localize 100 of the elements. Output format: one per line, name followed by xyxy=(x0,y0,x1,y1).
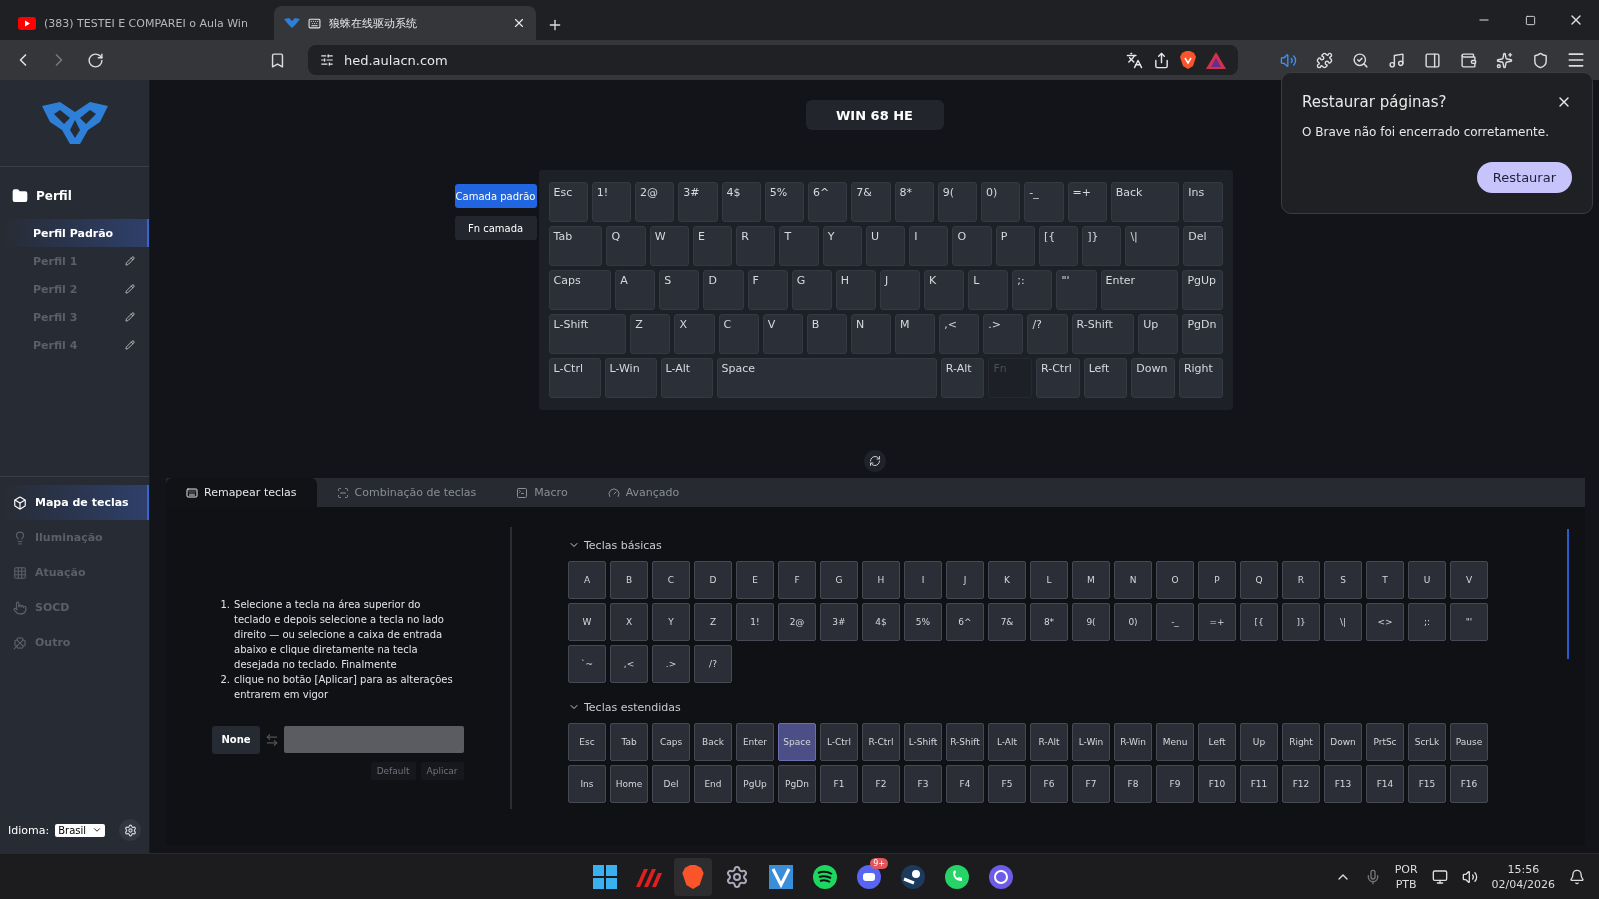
key-tile[interactable]: R-Ctrl xyxy=(862,723,900,761)
key-tile[interactable]: 6^ xyxy=(946,603,984,641)
key-tile[interactable]: R-Shift xyxy=(946,723,984,761)
keyboard-key[interactable]: 8* xyxy=(894,182,934,222)
key-tile[interactable]: P xyxy=(1198,561,1236,599)
tab[interactable]: Remapear teclas xyxy=(166,478,317,507)
key-tile[interactable]: PgUp xyxy=(736,765,774,803)
restore-button[interactable]: Restaurar xyxy=(1476,162,1572,193)
keyboard-key[interactable]: /? xyxy=(1027,314,1068,354)
keyboard-key[interactable]: -_ xyxy=(1024,182,1064,222)
key-tile[interactable]: R-Win xyxy=(1114,723,1152,761)
key-tile[interactable]: Tab xyxy=(610,723,648,761)
key-tile[interactable]: Left xyxy=(1198,723,1236,761)
key-tile[interactable]: Right xyxy=(1282,723,1320,761)
keyboard-key[interactable]: A xyxy=(615,270,656,310)
keyboard-key[interactable]: N xyxy=(850,314,892,354)
pencil-icon[interactable] xyxy=(125,284,135,294)
key-tile[interactable]: K xyxy=(988,561,1026,599)
key-tile[interactable]: T xyxy=(1366,561,1404,599)
keyboard-key[interactable]: =+ xyxy=(1067,182,1107,222)
tab[interactable]: Macro xyxy=(496,478,588,507)
key-tile[interactable]: C xyxy=(652,561,690,599)
keyboard-key[interactable]: ]} xyxy=(1082,226,1122,266)
key-tile[interactable]: F xyxy=(778,561,816,599)
key-tile[interactable]: PgDn xyxy=(778,765,816,803)
keyboard-key[interactable]: W xyxy=(649,226,689,266)
keyboard-key[interactable]: \| xyxy=(1125,226,1180,266)
key-tile[interactable]: F7 xyxy=(1072,765,1110,803)
key-tile[interactable]: U xyxy=(1408,561,1446,599)
keyboard-key[interactable]: 1! xyxy=(591,182,631,222)
keyboard-key[interactable]: L-Alt xyxy=(660,358,713,398)
gear-icon[interactable] xyxy=(725,864,749,889)
key-tile[interactable]: L-Shift xyxy=(904,723,942,761)
input-field[interactable] xyxy=(283,726,464,753)
key-tile[interactable]: X xyxy=(610,603,648,641)
source-key[interactable]: None xyxy=(212,725,260,754)
key-tile[interactable]: .> xyxy=(652,645,690,683)
key-tile[interactable]: ;: xyxy=(1408,603,1446,641)
action-button[interactable]: Default xyxy=(370,761,416,780)
keyboard-key[interactable]: I xyxy=(909,226,949,266)
keyboard-key[interactable]: Del xyxy=(1183,226,1223,266)
start-grid-icon[interactable] xyxy=(593,864,617,889)
key-tile[interactable]: `~ xyxy=(568,645,606,683)
key-tile[interactable]: =+ xyxy=(1198,603,1236,641)
key-tile[interactable]: 5% xyxy=(904,603,942,641)
key-tile[interactable]: F13 xyxy=(1324,765,1362,803)
keyboard-key[interactable]: K xyxy=(924,270,965,310)
key-tile[interactable]: F14 xyxy=(1366,765,1404,803)
reload-icon[interactable] xyxy=(86,51,104,69)
key-tile[interactable]: F15 xyxy=(1408,765,1446,803)
keyboard-key[interactable]: M xyxy=(895,314,936,354)
keyboard-key[interactable]: L-Win xyxy=(604,358,657,398)
key-tile[interactable]: ,< xyxy=(610,645,648,683)
key-tile[interactable]: 8* xyxy=(1030,603,1068,641)
key-tile[interactable]: F6 xyxy=(1030,765,1068,803)
keyboard-key[interactable]: .> xyxy=(983,314,1024,354)
keyboard-key[interactable]: Down xyxy=(1131,358,1175,398)
keyboard-key[interactable]: "' xyxy=(1056,270,1097,310)
key-tile[interactable]: ScrLk xyxy=(1408,723,1446,761)
keyboard-key[interactable]: Esc xyxy=(548,182,588,222)
translate-icon[interactable] xyxy=(1126,51,1143,69)
key-tile[interactable]: F11 xyxy=(1240,765,1278,803)
key-tile[interactable]: Space xyxy=(778,723,816,761)
site-settings-icon[interactable] xyxy=(320,53,334,67)
key-tile[interactable]: W xyxy=(568,603,606,641)
layer-button[interactable]: Fn camada xyxy=(454,216,537,240)
stripe-logo-icon[interactable] xyxy=(636,866,662,887)
keyboard-key[interactable]: 3# xyxy=(678,182,718,222)
keyboard-key[interactable]: Q xyxy=(606,226,646,266)
keyboard-key[interactable]: Up xyxy=(1138,314,1179,354)
key-tile[interactable]: Up xyxy=(1240,723,1278,761)
keyboard-key[interactable]: 4$ xyxy=(721,182,761,222)
key-tile[interactable]: F9 xyxy=(1156,765,1194,803)
key-tile[interactable]: Q xyxy=(1240,561,1278,599)
key-tile[interactable]: 4$ xyxy=(862,603,900,641)
key-tile[interactable]: End xyxy=(694,765,732,803)
key-tile[interactable]: F2 xyxy=(862,765,900,803)
bell-icon[interactable] xyxy=(1569,868,1585,885)
shield-icon[interactable] xyxy=(1531,51,1549,69)
language-indicator[interactable]: POR PTB xyxy=(1394,861,1418,892)
keyboard-key[interactable]: 7& xyxy=(851,182,891,222)
key-tile[interactable]: Back xyxy=(694,723,732,761)
keyboard-key[interactable]: ;: xyxy=(1012,270,1053,310)
key-tile[interactable]: 9( xyxy=(1072,603,1110,641)
clock[interactable]: 15:56 02/04/2026 xyxy=(1491,861,1555,892)
key-tile[interactable]: I xyxy=(904,561,942,599)
key-tile[interactable]: R xyxy=(1282,561,1320,599)
key-tile[interactable]: Enter xyxy=(736,723,774,761)
volume-icon[interactable] xyxy=(1461,868,1478,885)
keyboard-key[interactable]: C xyxy=(718,314,759,354)
keyboard-key[interactable]: Ins xyxy=(1183,182,1223,222)
close-icon[interactable] xyxy=(512,16,526,30)
keyboard-key[interactable]: P xyxy=(995,226,1035,266)
key-tile[interactable]: F10 xyxy=(1198,765,1236,803)
keyboard-key[interactable]: B xyxy=(806,314,847,354)
keyboard-key[interactable]: R-Ctrl xyxy=(1036,358,1080,398)
key-tile[interactable]: F16 xyxy=(1450,765,1488,803)
pencil-icon[interactable] xyxy=(125,340,135,350)
keyboard-key[interactable]: X xyxy=(674,314,715,354)
sparkle-icon[interactable] xyxy=(1495,51,1513,69)
